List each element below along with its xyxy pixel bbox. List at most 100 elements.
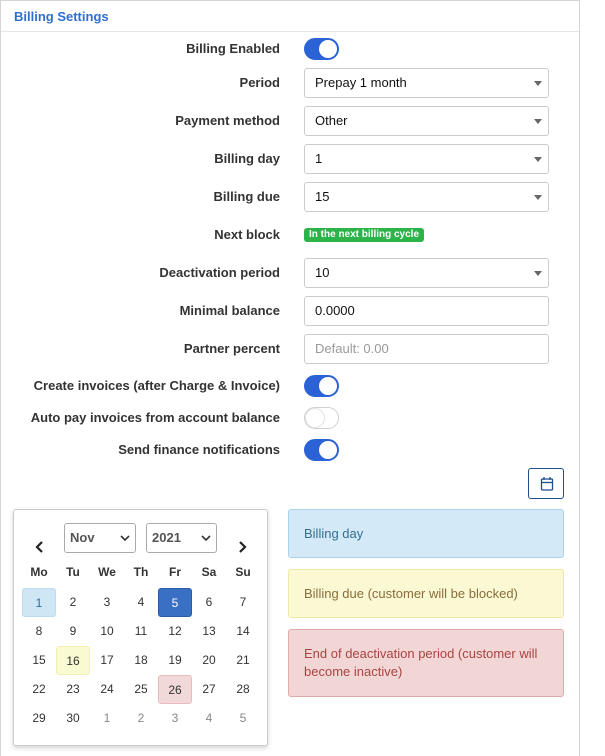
chevron-left-icon [35, 541, 43, 553]
calendar-day[interactable]: 25 [124, 675, 158, 704]
send-notifications-label: Send finance notifications [118, 442, 280, 457]
next-month-button[interactable] [232, 537, 252, 557]
billing-enabled-label: Billing Enabled [186, 41, 280, 56]
auto-pay-toggle[interactable] [304, 407, 339, 429]
calendar-day[interactable]: 11 [124, 617, 158, 646]
calendar-day-due[interactable]: 16 [56, 646, 90, 675]
calendar-day-billing[interactable]: 1 [22, 588, 56, 617]
partner-percent-input[interactable]: Default: 0.00 [304, 334, 549, 364]
send-notifications-toggle[interactable] [304, 439, 339, 461]
row-send-notifications: Send finance notifications [0, 435, 560, 465]
payment-method-select[interactable]: Other [304, 106, 549, 136]
period-label: Period [239, 75, 280, 90]
billing-day-value: 1 [315, 151, 323, 166]
billing-due-label: Billing due [213, 189, 280, 204]
calendar-day-selected[interactable]: 5 [158, 588, 192, 617]
calendar-day-next-month[interactable]: 1 [90, 704, 124, 733]
calendar-day[interactable]: 22 [22, 675, 56, 704]
payment-method-label: Payment method [175, 113, 280, 128]
calendar-day-next-month[interactable]: 2 [124, 704, 158, 733]
weekday-header: Tu [66, 565, 80, 579]
row-next-block: Next block In the next billing cycle [0, 220, 560, 250]
weekday-header: Fr [169, 565, 181, 579]
payment-method-value: Other [315, 113, 348, 128]
create-invoices-label: Create invoices (after Charge & Invoice) [33, 378, 280, 393]
dropdown-caret-icon [534, 81, 542, 86]
legend-deactivation: End of deactivation period (customer wil… [288, 629, 564, 697]
section-title: Billing Settings [14, 9, 109, 24]
toggle-knob [306, 409, 324, 427]
calendar-day[interactable]: 2 [56, 588, 90, 617]
calendar-day[interactable]: 4 [124, 588, 158, 617]
billing-due-select[interactable]: 15 [304, 182, 549, 212]
row-billing-enabled: Billing Enabled [0, 34, 560, 64]
calendar-icon [540, 477, 554, 491]
calendar-day[interactable]: 21 [226, 646, 260, 675]
deactivation-period-value: 10 [315, 265, 330, 280]
legend-billing-due: Billing due (customer will be blocked) [288, 569, 564, 618]
calendar-day-next-month[interactable]: 5 [226, 704, 260, 733]
legend-deactivation-text: End of deactivation period (customer wil… [304, 646, 538, 679]
calendar-day[interactable]: 20 [192, 646, 226, 675]
row-deactivation-period: Deactivation period 10 [0, 258, 560, 288]
weekday-header: Th [133, 565, 149, 579]
calendar-day[interactable]: 12 [158, 617, 192, 646]
prev-month-button[interactable] [30, 537, 50, 557]
calendar-day[interactable]: 9 [56, 617, 90, 646]
calendar-button[interactable] [528, 468, 564, 499]
weekday-header: We [98, 565, 116, 579]
calendar-popup: Nov 2021 Mo Tu We Th Fr Sa Su 1 2 3 4 5 … [13, 509, 268, 746]
calendar-day[interactable]: 18 [124, 646, 158, 675]
calendar-day[interactable]: 3 [90, 588, 124, 617]
dropdown-caret-icon [534, 119, 542, 124]
weekday-header: Sa [201, 565, 217, 579]
calendar-day[interactable]: 8 [22, 617, 56, 646]
legend-billing-due-text: Billing due (customer will be blocked) [304, 585, 518, 601]
calendar-day-next-month[interactable]: 3 [158, 704, 192, 733]
calendar-day[interactable]: 29 [22, 704, 56, 733]
title-divider [1, 31, 579, 32]
dropdown-caret-icon [534, 157, 542, 162]
toggle-knob [319, 441, 337, 459]
calendar-day[interactable]: 13 [192, 617, 226, 646]
create-invoices-toggle[interactable] [304, 375, 339, 397]
calendar-day[interactable]: 23 [56, 675, 90, 704]
toggle-knob [319, 40, 337, 58]
minimal-balance-input[interactable]: 0.0000 [304, 296, 549, 326]
weekday-header: Mo [30, 565, 48, 579]
calendar-day[interactable]: 28 [226, 675, 260, 704]
calendar-day[interactable]: 19 [158, 646, 192, 675]
deactivation-period-label: Deactivation period [159, 265, 280, 280]
year-value: 2021 [152, 530, 181, 545]
calendar-day[interactable]: 30 [56, 704, 90, 733]
month-value: Nov [70, 530, 95, 545]
row-period: Period Prepay 1 month [0, 68, 560, 98]
dropdown-caret-icon [534, 195, 542, 200]
calendar-day[interactable]: 24 [90, 675, 124, 704]
legend-billing-day-text: Billing day [304, 525, 364, 541]
billing-enabled-toggle[interactable] [304, 38, 339, 60]
calendar-day[interactable]: 14 [226, 617, 260, 646]
period-value: Prepay 1 month [315, 75, 407, 90]
row-minimal-balance: Minimal balance 0.0000 [0, 296, 560, 326]
calendar-day-next-month[interactable]: 4 [192, 704, 226, 733]
period-select[interactable]: Prepay 1 month [304, 68, 549, 98]
row-billing-due: Billing due 15 [0, 182, 560, 212]
panel-divider [579, 0, 580, 756]
calendar-day[interactable]: 27 [192, 675, 226, 704]
chevron-down-icon [120, 535, 130, 542]
billing-day-select[interactable]: 1 [304, 144, 549, 174]
calendar-day[interactable]: 17 [90, 646, 124, 675]
calendar-day[interactable]: 15 [22, 646, 56, 675]
toggle-knob [319, 377, 337, 395]
month-select[interactable]: Nov [64, 523, 136, 553]
calendar-day-deactivation[interactable]: 26 [158, 675, 192, 704]
calendar-day[interactable]: 6 [192, 588, 226, 617]
calendar-day[interactable]: 10 [90, 617, 124, 646]
billing-day-label: Billing day [214, 151, 280, 166]
year-select[interactable]: 2021 [146, 523, 217, 553]
row-payment-method: Payment method Other [0, 106, 560, 136]
row-partner-percent: Partner percent Default: 0.00 [0, 334, 560, 364]
deactivation-period-select[interactable]: 10 [304, 258, 549, 288]
calendar-day[interactable]: 7 [226, 588, 260, 617]
